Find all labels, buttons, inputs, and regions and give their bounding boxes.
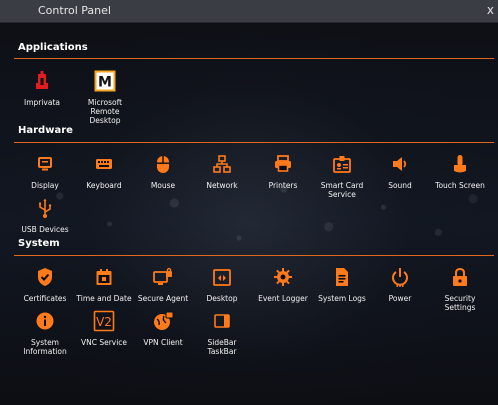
system-security-settings[interactable]: Security Settings <box>430 266 490 312</box>
lock-icon <box>449 266 471 288</box>
item-label: Microsoft Remote Desktop <box>87 98 123 125</box>
desktop-icon <box>211 266 233 288</box>
mouse-icon <box>152 153 174 175</box>
printer-icon <box>272 153 294 175</box>
item-label: Secure Agent <box>137 294 189 303</box>
usb-icon <box>34 197 56 219</box>
item-label: Printers <box>268 181 298 190</box>
hardware-keyboard[interactable]: Keyboard <box>74 153 134 190</box>
info-icon <box>34 310 56 332</box>
item-label: Security Settings <box>444 294 476 312</box>
item-label: System Information <box>23 338 67 356</box>
item-label: Smart Card Service <box>320 181 364 199</box>
section-title-system: System <box>18 238 60 249</box>
keyboard-icon <box>93 153 115 175</box>
system-vnc-service[interactable]: V2 VNC Service <box>74 310 134 347</box>
hardware-touch-screen[interactable]: Touch Screen <box>430 153 490 190</box>
system-certificates[interactable]: Certificates <box>15 266 75 303</box>
secure-agent-icon <box>152 266 174 288</box>
hardware-sound[interactable]: Sound <box>370 153 430 190</box>
microsoft-remote-desktop-icon: M <box>94 70 116 92</box>
item-label: Mouse <box>150 181 176 190</box>
system-power[interactable]: Power <box>370 266 430 303</box>
system-desktop[interactable]: Desktop <box>192 266 252 303</box>
item-label: System Logs <box>318 294 366 303</box>
section-title-hardware: Hardware <box>18 125 73 136</box>
item-label: VPN Client <box>143 338 183 347</box>
event-logger-gear-icon <box>272 266 294 288</box>
hardware-mouse[interactable]: Mouse <box>133 153 193 190</box>
section-divider <box>14 58 494 59</box>
item-label: Power <box>388 294 412 303</box>
section-divider <box>14 142 494 143</box>
hardware-usb-devices[interactable]: USB Devices <box>15 197 75 234</box>
system-vpn-client[interactable]: VPN Client <box>133 310 193 347</box>
item-label: Touch Screen <box>435 181 485 190</box>
item-label: Time and Date <box>76 294 132 303</box>
svg-text:M: M <box>98 75 112 91</box>
system-logs[interactable]: System Logs <box>312 266 372 303</box>
sidebar-taskbar-icon <box>211 310 233 332</box>
hardware-printers[interactable]: Printers <box>253 153 313 190</box>
window-title: Control Panel <box>38 4 111 17</box>
title-bar: Control Panel x <box>0 0 498 23</box>
touch-screen-icon <box>449 153 471 175</box>
system-time-and-date[interactable]: Time and Date <box>74 266 134 303</box>
certificate-shield-icon <box>34 266 56 288</box>
document-icon <box>331 266 353 288</box>
section-divider <box>14 255 494 256</box>
vnc-icon: V2 <box>93 310 115 332</box>
item-label: Network <box>206 181 238 190</box>
item-label: VNC Service <box>80 338 128 347</box>
item-label: Imprivata <box>23 98 61 107</box>
item-label: Keyboard <box>86 181 122 190</box>
system-event-logger[interactable]: Event Logger <box>253 266 313 303</box>
control-panel-window: Control Panel x Applications Imprivata M… <box>0 0 498 405</box>
item-label: SideBar TaskBar <box>207 338 237 356</box>
hardware-network[interactable]: Network <box>192 153 252 190</box>
item-label: Desktop <box>206 294 238 303</box>
close-button[interactable]: x <box>487 3 494 17</box>
speaker-icon <box>389 153 411 175</box>
svg-text:V2: V2 <box>96 315 112 329</box>
vpn-globe-icon <box>152 310 174 332</box>
system-sidebar-taskbar[interactable]: SideBar TaskBar <box>192 310 252 356</box>
item-label: Event Logger <box>258 294 308 303</box>
item-label: Sound <box>388 181 412 190</box>
item-label: Display <box>31 181 59 190</box>
app-imprivata[interactable]: Imprivata <box>12 70 72 107</box>
smart-card-icon <box>331 153 353 175</box>
app-microsoft-remote-desktop[interactable]: M Microsoft Remote Desktop <box>75 70 135 125</box>
display-icon <box>34 153 56 175</box>
network-icon <box>211 153 233 175</box>
system-information[interactable]: System Information <box>15 310 75 356</box>
hardware-smart-card-service[interactable]: Smart Card Service <box>312 153 372 199</box>
item-label: USB Devices <box>21 225 69 234</box>
imprivata-icon <box>31 70 53 92</box>
section-title-applications: Applications <box>18 42 88 53</box>
calendar-icon <box>93 266 115 288</box>
item-label: Certificates <box>23 294 67 303</box>
power-icon <box>389 266 411 288</box>
hardware-display[interactable]: Display <box>15 153 75 190</box>
system-secure-agent[interactable]: Secure Agent <box>133 266 193 303</box>
